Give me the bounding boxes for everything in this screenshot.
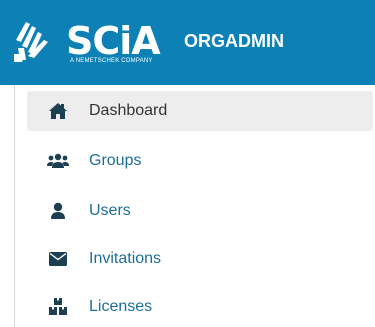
sidebar-item-label: Users [89, 202, 131, 219]
envelope-icon [47, 249, 69, 269]
scia-logo-mark-icon [14, 22, 48, 62]
sidebar-nav: Dashboard Groups Users Invitations Licen… [14, 85, 375, 327]
logo-tagline: A NEMETSCHEK COMPANY [70, 58, 153, 64]
users-group-icon [47, 151, 69, 171]
boxes-icon [47, 297, 69, 317]
sidebar-item-groups[interactable]: Groups [27, 141, 373, 181]
sidebar-item-licenses[interactable]: Licenses [27, 287, 373, 327]
sidebar-item-label: Dashboard [89, 102, 168, 119]
logo-wordmark: SCiA [66, 19, 161, 63]
app-header: SCiA A NEMETSCHEK COMPANY ORGADMIN [0, 0, 375, 85]
sidebar-item-label: Licenses [89, 298, 153, 315]
home-icon [47, 101, 69, 121]
sidebar-item-dashboard[interactable]: Dashboard [27, 91, 373, 131]
scia-logo[interactable]: SCiA A NEMETSCHEK COMPANY [14, 18, 174, 68]
sidebar-item-label: Groups [89, 152, 142, 169]
organization-name: ORGADMIN [184, 31, 284, 51]
sidebar-item-users[interactable]: Users [27, 191, 373, 231]
sidebar-item-label: Invitations [89, 250, 162, 267]
user-icon [47, 201, 69, 221]
sidebar-item-invitations[interactable]: Invitations [27, 239, 373, 279]
